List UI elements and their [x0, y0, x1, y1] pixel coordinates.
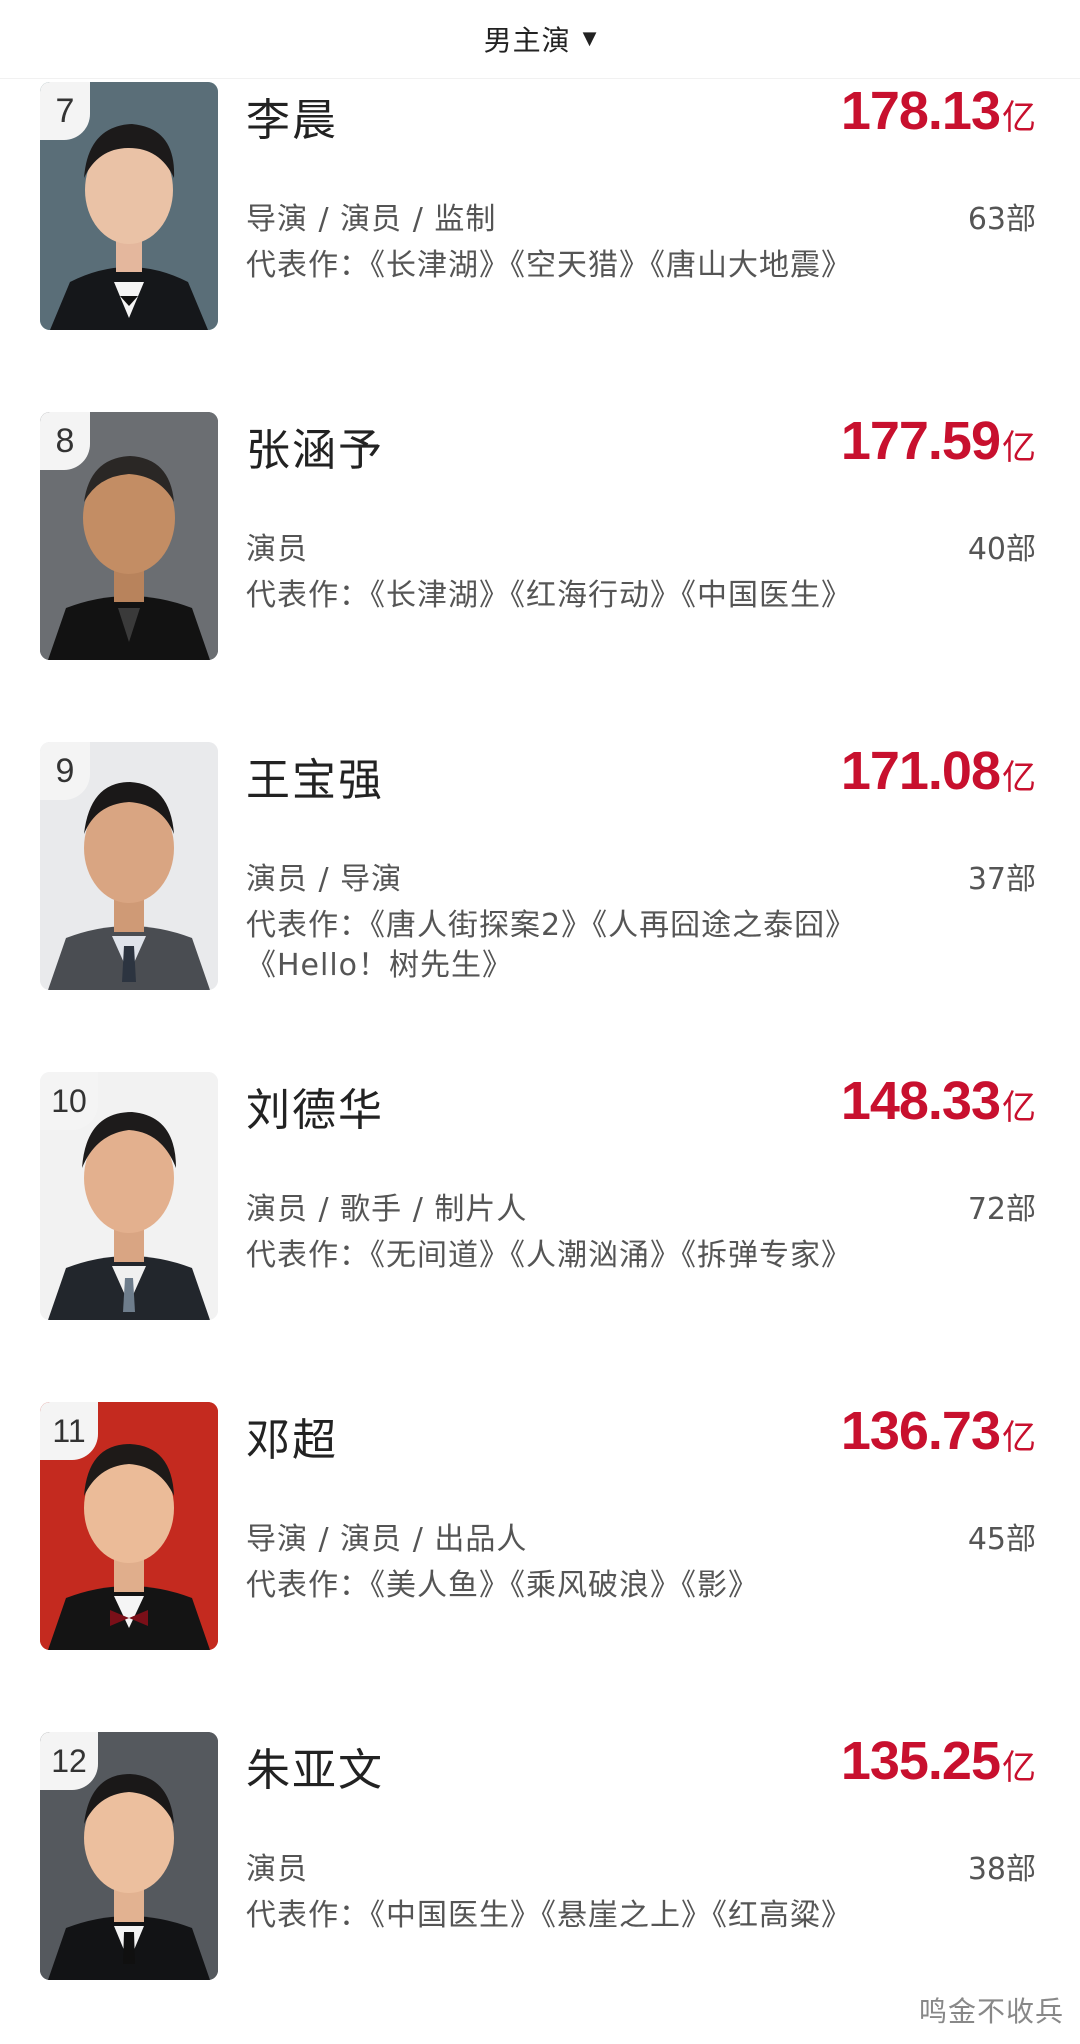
box-office-value: 177.59: [840, 411, 1001, 471]
rank-badge: 7: [40, 82, 90, 140]
actor-row[interactable]: 7 李晨 178.13 亿 导演 / 演员 / 监制 63部 代表作：《长津湖》…: [0, 80, 1080, 342]
actor-row[interactable]: 12 朱亚文 135.25 亿 演员 38部 代表作：《中国医生》《悬崖之上》《…: [0, 1730, 1080, 1992]
actor-roles: 导演 / 演员 / 出品人: [246, 1522, 528, 1557]
actor-name: 朱亚文: [246, 1745, 384, 1796]
representative-works: 代表作：《长津湖》《空天猎》《唐山大地震》: [246, 248, 852, 283]
rank-badge: 10: [40, 1072, 98, 1130]
actor-roles: 导演 / 演员 / 监制: [246, 202, 497, 237]
film-count: 38部: [967, 1852, 1036, 1887]
watermark: 鸣金不收兵: [918, 1995, 1064, 2028]
film-count: 45部: [967, 1522, 1036, 1557]
actor-row[interactable]: 9 王宝强 171.08 亿 演员 / 导演 37部 代表作：《唐人街探案2》《…: [0, 740, 1080, 1002]
box-office: 148.33 亿: [841, 1070, 1036, 1132]
representative-works: 代表作：《中国医生》《悬崖之上》《红高粱》: [246, 1898, 852, 1933]
box-office-value: 148.33: [840, 1071, 1001, 1131]
box-office: 178.13 亿: [841, 80, 1036, 142]
representative-works: 代表作：《美人鱼》《乘风破浪》《影》: [246, 1568, 759, 1603]
film-count: 63部: [967, 202, 1036, 237]
actor-name: 王宝强: [246, 755, 384, 806]
representative-works: 代表作：《长津湖》《红海行动》《中国医生》: [246, 578, 852, 613]
representative-works: 代表作：《无间道》《人潮汹涌》《拆弹专家》: [246, 1238, 852, 1273]
film-count: 40部: [967, 532, 1036, 567]
actor-roles: 演员: [246, 532, 308, 567]
box-office-unit: 亿: [1002, 758, 1036, 798]
box-office-unit: 亿: [1002, 1088, 1036, 1128]
actor-name: 邓超: [246, 1415, 338, 1466]
actor-name: 刘德华: [246, 1085, 384, 1136]
actor-row[interactable]: 10 刘德华 148.33 亿 演员 / 歌手 / 制片人 72部 代表作：《无…: [0, 1070, 1080, 1332]
filter-label: 男主演: [483, 24, 571, 57]
box-office-unit: 亿: [1002, 428, 1036, 468]
box-office-unit: 亿: [1002, 98, 1036, 138]
box-office: 136.73 亿: [841, 1400, 1036, 1462]
box-office-value: 178.13: [840, 81, 1001, 141]
box-office-unit: 亿: [1002, 1418, 1036, 1458]
box-office: 171.08 亿: [841, 740, 1036, 802]
actor-name: 李晨: [246, 95, 338, 146]
actor-roles: 演员: [246, 1852, 308, 1887]
ranking-list: 7 李晨 178.13 亿 导演 / 演员 / 监制 63部 代表作：《长津湖》…: [0, 0, 1080, 2044]
actor-name: 张涵予: [246, 425, 384, 476]
actor-row[interactable]: 8 张涵予 177.59 亿 演员 40部 代表作：《长津湖》《红海行动》《中国…: [0, 410, 1080, 672]
film-count: 72部: [967, 1192, 1036, 1227]
box-office-value: 136.73: [840, 1401, 1001, 1461]
box-office-value: 135.25: [840, 1731, 1001, 1791]
representative-works: 代表作：《唐人街探案2》《人再囧途之泰囧》《Hello！树先生》: [246, 908, 857, 983]
actor-roles: 演员 / 导演: [246, 862, 403, 897]
rank-badge: 9: [40, 742, 90, 800]
box-office: 135.25 亿: [841, 1730, 1036, 1792]
box-office-value: 171.08: [840, 741, 1001, 801]
top-bar: 男主演 ▼: [0, 0, 1080, 79]
rank-badge: 12: [40, 1732, 98, 1790]
rank-badge: 11: [40, 1402, 98, 1460]
actor-row[interactable]: 11 邓超 136.73 亿 导演 / 演员 / 出品人 45部 代表作：《美人…: [0, 1400, 1080, 1662]
film-count: 37部: [967, 862, 1036, 897]
role-filter-dropdown[interactable]: 男主演 ▼: [484, 19, 597, 59]
actor-roles: 演员 / 歌手 / 制片人: [246, 1192, 528, 1227]
box-office: 177.59 亿: [841, 410, 1036, 472]
box-office-unit: 亿: [1002, 1748, 1036, 1788]
caret-down-icon: ▼: [582, 28, 597, 49]
rank-badge: 8: [40, 412, 90, 470]
